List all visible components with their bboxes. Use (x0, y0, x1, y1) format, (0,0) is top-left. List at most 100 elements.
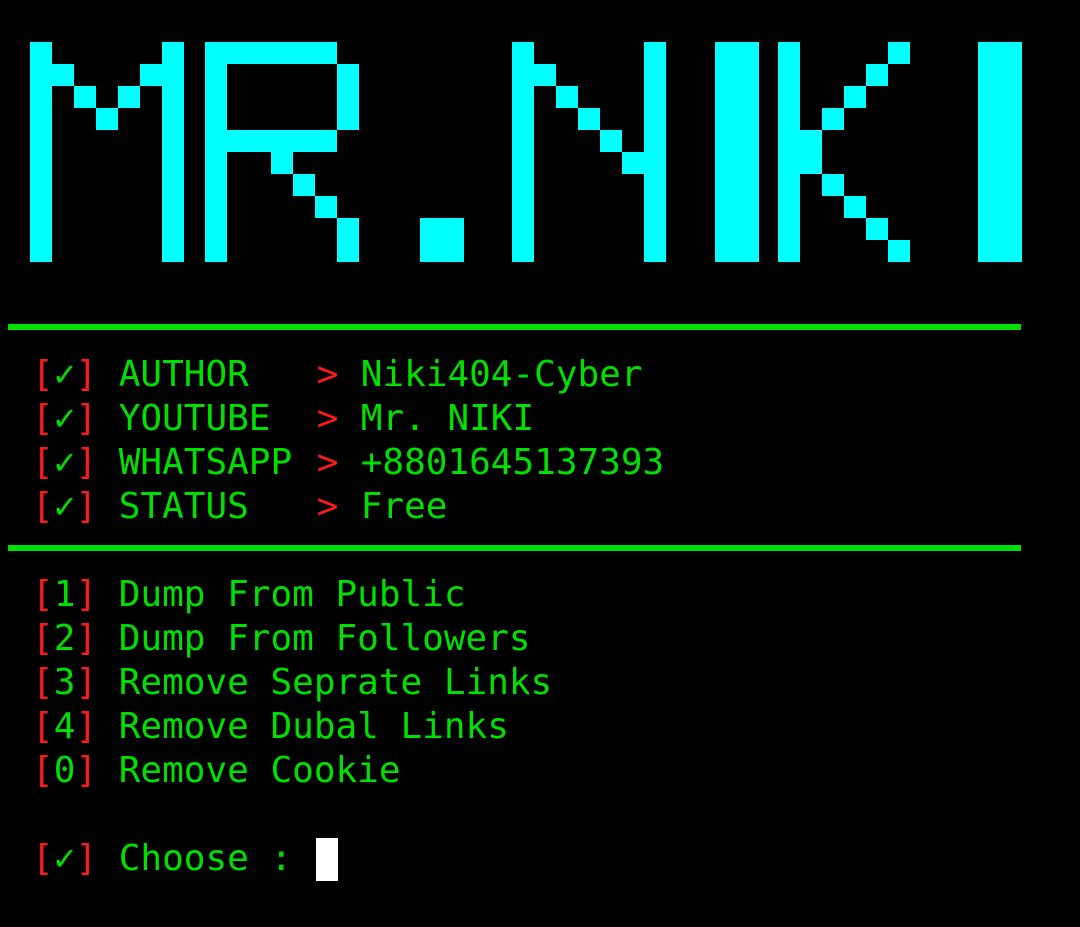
info-key-status: STATUS (118, 486, 249, 527)
menu-label: Dump From Public (118, 574, 466, 615)
banner-pixel (778, 152, 800, 174)
info-value-author: Niki404-Cyber (360, 354, 643, 395)
banner-pixel (1000, 174, 1022, 196)
banner-pixel (512, 152, 534, 174)
banner-pixel (737, 240, 759, 262)
banner-pixel (778, 174, 800, 196)
banner-pixel (512, 240, 534, 262)
banner-pixel (315, 130, 337, 152)
banner-pixel (30, 130, 52, 152)
choose-prompt[interactable]: [✓] Choose : (32, 837, 314, 881)
banner-pixel (644, 196, 666, 218)
menu-number: 2 (53, 618, 76, 659)
banner-pixel (271, 130, 293, 152)
menu-item-0[interactable]: [0] Remove Cookie (32, 749, 401, 793)
banner-pixel (778, 42, 800, 64)
banner-pixel (978, 240, 1000, 262)
banner-pixel (737, 64, 759, 86)
banner-pixel (205, 64, 227, 86)
menu-number: 3 (53, 662, 76, 703)
banner-pixel (978, 108, 1000, 130)
banner-pixel (512, 64, 534, 86)
info-value-youtube: Mr. NIKI (360, 398, 535, 439)
arrow-icon: > (316, 486, 339, 527)
banner-pixel (1000, 218, 1022, 240)
banner-pixel (337, 64, 359, 86)
banner-pixel (442, 218, 464, 240)
banner-pixel (822, 174, 844, 196)
info-key-whatsapp: WHATSAPP (118, 442, 293, 483)
banner-pixel (205, 218, 227, 240)
menu-item-1[interactable]: [1] Dump From Public (32, 573, 466, 617)
banner-pixel (1000, 152, 1022, 174)
menu-number: 4 (53, 706, 76, 747)
banner-pixel (1000, 130, 1022, 152)
banner-pixel (778, 108, 800, 130)
banner-pixel (420, 240, 442, 262)
banner-pixel (866, 64, 888, 86)
banner-pixel (512, 174, 534, 196)
banner-pixel (30, 218, 52, 240)
banner-pixel (1000, 42, 1022, 64)
banner-pixel (205, 108, 227, 130)
banner-pixel (30, 108, 52, 130)
banner-pixel (715, 152, 737, 174)
banner-pixel (227, 42, 249, 64)
banner-pixel (293, 130, 315, 152)
menu-label: Remove Cookie (118, 750, 401, 791)
banner-pixel (737, 86, 759, 108)
banner-pixel (30, 42, 52, 64)
banner-pixel (778, 64, 800, 86)
banner-pixel (715, 130, 737, 152)
check-icon: ✓ (53, 398, 76, 439)
banner-pixel (162, 108, 184, 130)
arrow-icon: > (316, 442, 339, 483)
banner-pixel (30, 196, 52, 218)
menu-item-2[interactable]: [2] Dump From Followers (32, 617, 531, 661)
banner-pixel (737, 108, 759, 130)
banner-pixel (227, 130, 249, 152)
banner-pixel (140, 64, 162, 86)
banner-pixel (442, 240, 464, 262)
banner-pixel (715, 86, 737, 108)
banner-pixel (600, 130, 622, 152)
menu-label: Remove Dubal Links (118, 706, 509, 747)
banner-pixel (978, 86, 1000, 108)
banner-pixel (162, 152, 184, 174)
banner-pixel (778, 218, 800, 240)
banner-pixel (778, 240, 800, 262)
banner-pixel (978, 218, 1000, 240)
banner-pixel (1000, 86, 1022, 108)
info-key-youtube: YOUTUBE (118, 398, 271, 439)
banner-pixel (800, 152, 822, 174)
banner-pixel (888, 240, 910, 262)
banner-pixel (888, 42, 910, 64)
banner-pixel (778, 86, 800, 108)
banner-pixel (30, 240, 52, 262)
info-line-status: [✓] STATUS > Free (32, 486, 448, 527)
banner-pixel (249, 42, 271, 64)
menu-item-4[interactable]: [4] Remove Dubal Links (32, 705, 509, 749)
input-cursor[interactable] (316, 838, 338, 881)
menu-item-3[interactable]: [3] Remove Seprate Links (32, 661, 552, 705)
banner-pixel (271, 152, 293, 174)
info-key-author: AUTHOR (118, 354, 249, 395)
banner-pixel (337, 240, 359, 262)
banner-pixel (978, 42, 1000, 64)
menu-number: 1 (53, 574, 76, 615)
banner-pixel (512, 108, 534, 130)
banner-pixel (644, 174, 666, 196)
banner-pixel (737, 130, 759, 152)
banner-pixel (205, 196, 227, 218)
banner-pixel (1000, 64, 1022, 86)
check-icon: ✓ (53, 486, 76, 527)
menu-number: 0 (53, 750, 76, 791)
banner-pixel (118, 86, 140, 108)
banner-pixel (737, 174, 759, 196)
banner-pixel (162, 240, 184, 262)
banner-pixel (644, 130, 666, 152)
banner-pixel (715, 42, 737, 64)
banner-pixel (844, 196, 866, 218)
divider-top (8, 324, 1021, 330)
banner-pixel (512, 130, 534, 152)
